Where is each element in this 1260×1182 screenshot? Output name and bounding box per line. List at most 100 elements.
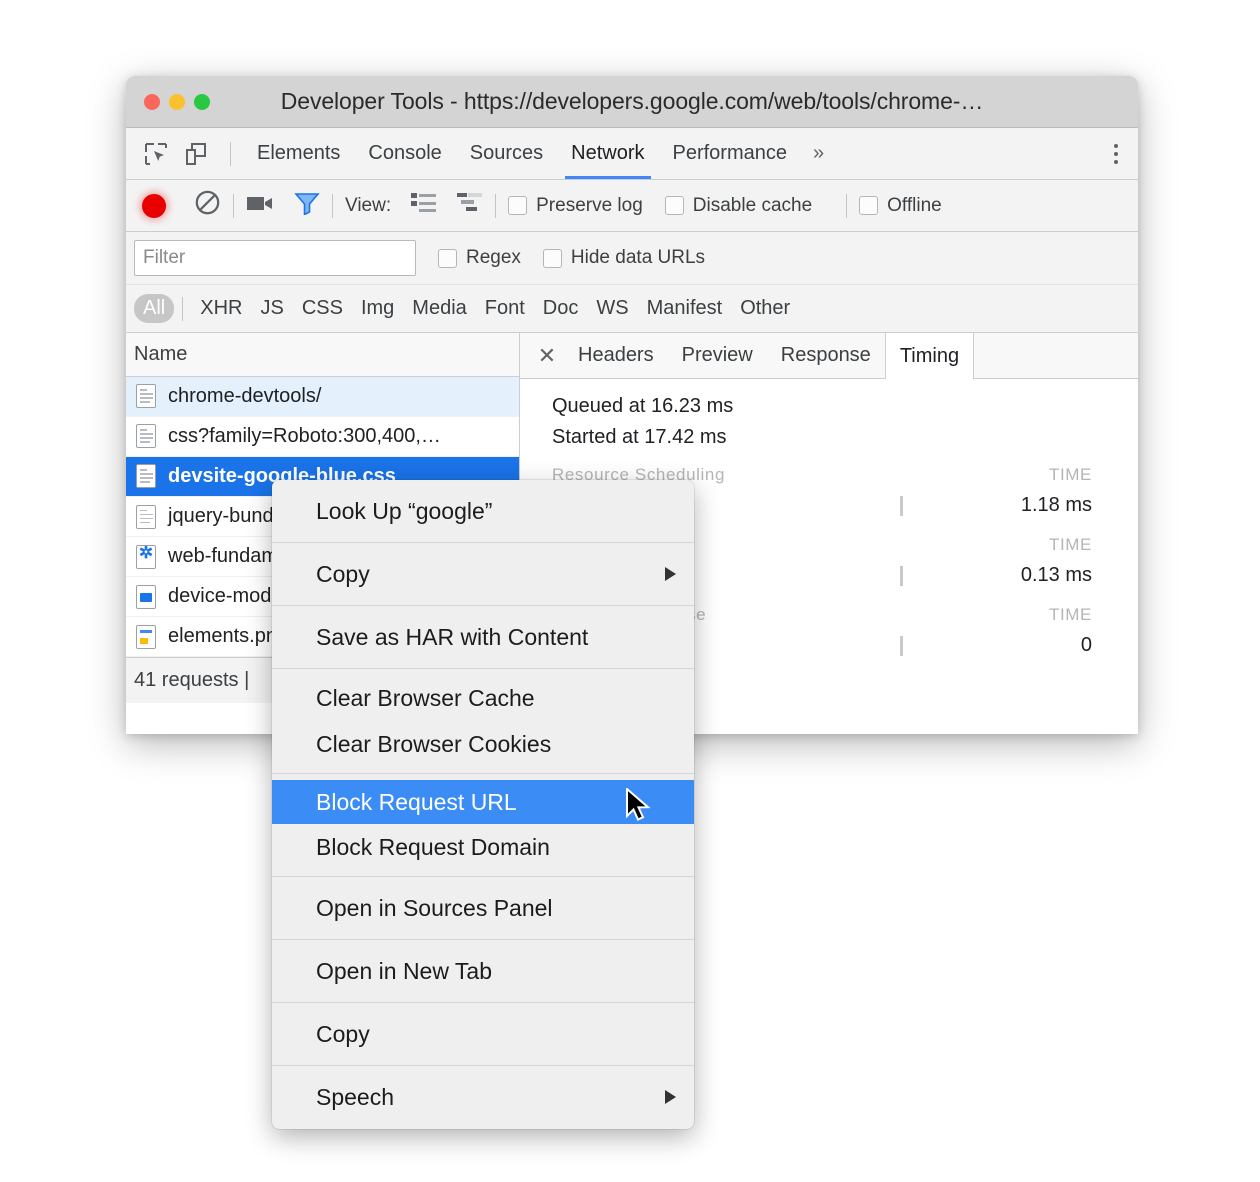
menu-separator — [272, 1065, 694, 1066]
document-icon — [136, 504, 156, 529]
timing-bar — [900, 636, 903, 656]
resource-type-filters: All XHR JS CSS Img Media Font Doc WS Man… — [126, 285, 1138, 333]
search-input[interactable] — [134, 240, 416, 276]
tab-sources[interactable]: Sources — [456, 128, 557, 179]
media-document-icon — [136, 584, 156, 609]
devtools-panel-bar: Elements Console Sources Network Perform… — [126, 128, 1138, 180]
tab-response[interactable]: Response — [767, 333, 885, 378]
inspect-element-icon[interactable] — [138, 138, 174, 170]
menu-item-block-request-url[interactable]: Block Request URL — [272, 780, 694, 824]
timing-time-header: TIME — [1048, 535, 1092, 554]
regex-label: Regex — [466, 247, 521, 268]
timing-duration: 0.13 ms — [1020, 564, 1092, 586]
type-filter-css[interactable]: CSS — [293, 297, 352, 320]
table-row[interactable]: css?family=Roboto:300,400,… — [126, 417, 519, 457]
timing-duration: 1.18 ms — [1020, 494, 1092, 516]
regex-checkbox[interactable]: Regex — [438, 247, 521, 269]
type-filter-doc[interactable]: Doc — [534, 297, 588, 320]
checkbox-box — [664, 196, 684, 215]
menu-item-label: Speech — [316, 1083, 395, 1110]
started-at-text: Started at 17.42 ms — [552, 426, 727, 448]
type-filter-media[interactable]: Media — [403, 297, 475, 320]
type-filter-js[interactable]: JS — [251, 297, 292, 320]
kebab-menu-icon[interactable] — [1114, 143, 1118, 164]
divider — [230, 141, 231, 166]
tab-network[interactable]: Network — [557, 128, 658, 179]
menu-separator — [272, 876, 694, 877]
request-name: chrome-devtools/ — [168, 384, 322, 407]
type-filter-font[interactable]: Font — [476, 297, 534, 320]
preserve-log-checkbox[interactable]: Preserve log — [508, 195, 643, 217]
type-filter-all[interactable]: All — [134, 294, 175, 323]
timing-bar — [900, 566, 903, 586]
table-row[interactable]: chrome-devtools/ — [126, 376, 519, 417]
disable-cache-label: Disable cache — [692, 194, 813, 216]
document-icon — [136, 384, 156, 409]
tab-preview[interactable]: Preview — [668, 333, 767, 378]
tab-elements[interactable]: Elements — [243, 128, 354, 179]
offline-checkbox[interactable]: Offline — [859, 195, 942, 217]
menu-item-label: Copy — [316, 560, 370, 587]
document-icon — [136, 464, 156, 489]
type-filter-xhr[interactable]: XHR — [191, 297, 251, 320]
record-button-icon[interactable] — [142, 193, 166, 218]
chevron-right-icon — [665, 1090, 676, 1104]
checkbox-box — [508, 196, 528, 215]
type-filter-manifest[interactable]: Manifest — [638, 297, 732, 320]
column-header-name[interactable]: Name — [126, 333, 519, 377]
menu-separator — [272, 542, 694, 543]
menu-item-save-as-har[interactable]: Save as HAR with Content — [272, 612, 694, 662]
menu-item-clear-browser-cookies[interactable]: Clear Browser Cookies — [272, 721, 694, 767]
checkbox-box — [542, 248, 562, 268]
menu-item-block-request-domain[interactable]: Block Request Domain — [272, 824, 694, 870]
clear-icon[interactable] — [194, 189, 221, 222]
request-name: elements.png — [168, 625, 289, 648]
disable-cache-checkbox[interactable]: Disable cache — [664, 194, 813, 217]
offline-label: Offline — [887, 194, 942, 216]
menu-separator — [272, 605, 694, 606]
menu-item-open-in-new-tab[interactable]: Open in New Tab — [272, 946, 694, 996]
window-title: Developer Tools - https://developers.goo… — [280, 88, 984, 114]
menu-separator — [272, 668, 694, 669]
timing-bar — [900, 496, 903, 516]
menu-item-open-in-sources-panel[interactable]: Open in Sources Panel — [272, 883, 694, 933]
type-filter-ws[interactable]: WS — [587, 297, 637, 320]
more-panels-button[interactable]: » — [801, 142, 836, 165]
menu-item-speech[interactable]: Speech — [272, 1072, 694, 1122]
filter-funnel-icon[interactable] — [294, 191, 320, 221]
menu-item-clear-browser-cache[interactable]: Clear Browser Cache — [272, 675, 694, 721]
minimize-window-button[interactable] — [169, 93, 185, 110]
request-name: css?family=Roboto:300,400,… — [168, 424, 441, 447]
preserve-log-label: Preserve log — [536, 194, 643, 216]
checkbox-box — [859, 196, 879, 215]
hide-data-urls-checkbox[interactable]: Hide data URLs — [542, 247, 705, 269]
queued-at-text: Queued at 16.23 ms — [552, 395, 734, 417]
tab-console[interactable]: Console — [354, 128, 455, 179]
menu-item-copy[interactable]: Copy — [272, 1009, 694, 1059]
checkbox-box — [438, 248, 457, 268]
detail-tab-bar: ✕ Headers Preview Response Timing — [520, 333, 1138, 379]
menu-separator — [272, 939, 694, 940]
device-toolbar-icon[interactable] — [178, 138, 214, 170]
tab-timing[interactable]: Timing — [884, 333, 975, 379]
close-window-button[interactable] — [144, 93, 160, 110]
zoom-window-button[interactable] — [194, 93, 210, 110]
filter-row: Regex Hide data URLs — [126, 232, 1138, 285]
tab-headers[interactable]: Headers — [564, 333, 668, 378]
menu-item-copy-submenu[interactable]: Copy — [272, 549, 694, 599]
screenshot-camera-icon[interactable] — [246, 192, 274, 220]
document-icon — [136, 424, 156, 449]
type-filter-img[interactable]: Img — [352, 297, 403, 320]
window-title-bar: Developer Tools - https://developers.goo… — [126, 76, 1138, 128]
list-view-icon[interactable] — [411, 192, 437, 220]
timing-time-header: TIME — [1048, 465, 1092, 484]
menu-item-look-up[interactable]: Look Up “google” — [272, 486, 694, 536]
tab-performance[interactable]: Performance — [659, 128, 802, 179]
menu-separator — [272, 1002, 694, 1003]
close-icon[interactable]: ✕ — [530, 333, 564, 378]
waterfall-view-icon[interactable] — [457, 192, 483, 220]
image-document-icon — [136, 624, 156, 649]
menu-separator — [272, 773, 694, 774]
timing-time-header: TIME — [1048, 605, 1092, 624]
type-filter-other[interactable]: Other — [731, 297, 799, 320]
